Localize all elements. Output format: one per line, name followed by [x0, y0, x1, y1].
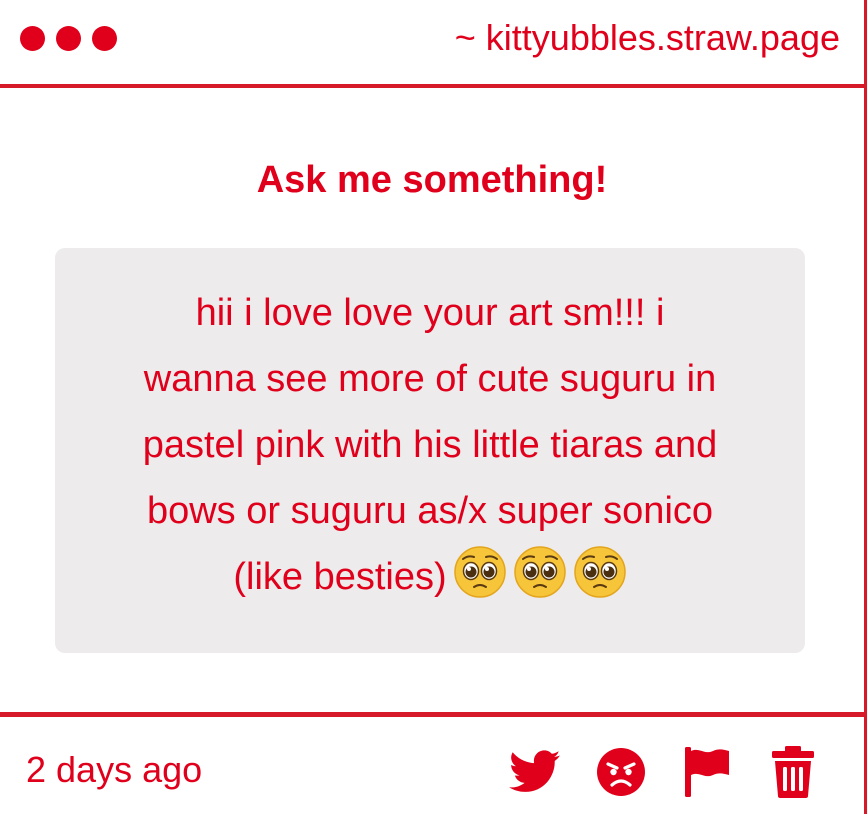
- footer-bar: 2 days ago: [0, 712, 864, 814]
- title-bar: ~ kittyubbles.straw.page: [0, 0, 864, 88]
- timestamp: 2 days ago: [26, 749, 203, 790]
- twitter-icon: [509, 750, 561, 794]
- pleading-face-icon: [573, 545, 627, 599]
- question-line: hii i love love your art sm!!! i: [195, 292, 665, 334]
- pleading-face-icon: [513, 545, 567, 599]
- window-controls: [20, 26, 117, 51]
- window-dot-2[interactable]: [56, 26, 81, 51]
- window-dot-1[interactable]: [20, 26, 45, 51]
- ask-window: ~ kittyubbles.straw.page Ask me somethin…: [0, 0, 867, 814]
- angry-face-icon: [596, 747, 646, 797]
- delete-button[interactable]: [766, 745, 820, 799]
- report-button[interactable]: [680, 745, 734, 799]
- site-url[interactable]: ~ kittyubbles.straw.page: [455, 18, 840, 58]
- window-dot-3[interactable]: [92, 26, 117, 51]
- question-text: hii i love love your art sm!!! i wanna s…: [79, 280, 781, 610]
- question-line: bows or suguru as/x super sonico: [146, 490, 714, 532]
- action-bar: [476, 745, 820, 799]
- question-card: hii i love love your art sm!!! i wanna s…: [55, 248, 805, 653]
- page-heading: Ask me something!: [256, 159, 608, 201]
- pleading-face-icon: [453, 545, 507, 599]
- flag-icon: [683, 745, 731, 799]
- trash-icon: [771, 745, 815, 799]
- question-line: wanna see more of cute suguru in: [143, 358, 717, 400]
- question-line: pastel pink with his little tiaras and: [142, 424, 718, 466]
- question-line: (like besties): [233, 556, 447, 598]
- react-angry-button[interactable]: [594, 745, 648, 799]
- main-content: Ask me something! hii i love love your a…: [0, 88, 864, 715]
- share-twitter-button[interactable]: [508, 745, 562, 799]
